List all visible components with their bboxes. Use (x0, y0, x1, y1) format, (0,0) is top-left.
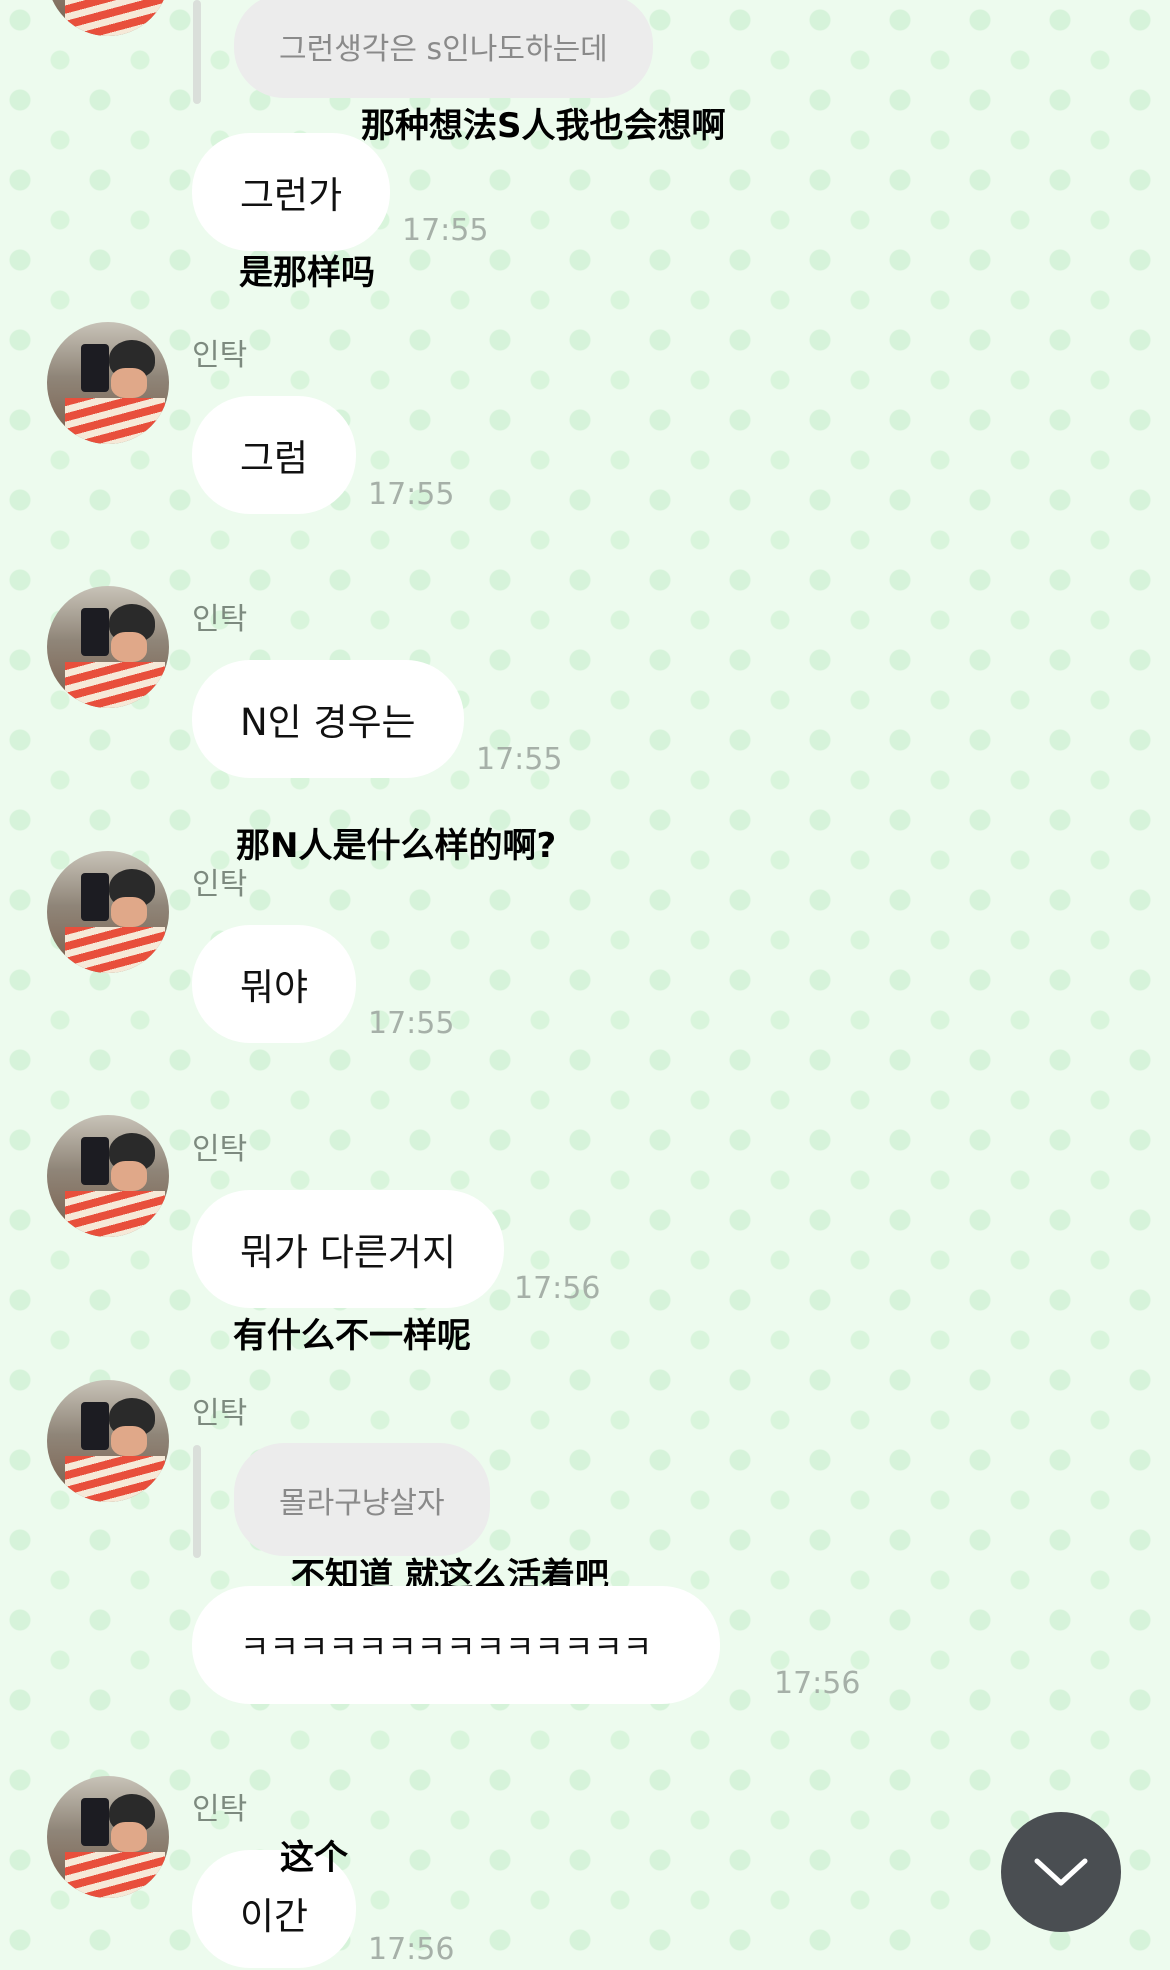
reply-preview[interactable]: 그런생각은 s인나도하는데 (234, 0, 653, 98)
message-bubble[interactable]: ㅋㅋㅋㅋㅋㅋㅋㅋㅋㅋㅋㅋㅋㅋ (192, 1586, 721, 1704)
message-bubble[interactable]: 그런가 (192, 133, 391, 251)
sender-name: 인탁 (192, 1396, 248, 1431)
sender-name: 인탁 (192, 1792, 248, 1827)
message-time: 17:55 (368, 1006, 455, 1041)
reply-preview-text: 몰라구냥살자 (279, 1485, 445, 1521)
message-text: 뭐가 다른거지 (240, 1231, 457, 1274)
message-time: 17:55 (476, 742, 563, 777)
translation-caption: 这个 (280, 1838, 348, 1878)
reply-preview[interactable]: 몰라구냥살자 (234, 1443, 490, 1556)
message-bubble[interactable]: N인 경우는 (192, 660, 464, 778)
translation-caption: 那种想法S人我也会想啊 (361, 106, 726, 146)
message-bubble[interactable]: 뭐가 다른거지 (192, 1190, 505, 1308)
message-bubble[interactable]: 뭐야 (192, 925, 357, 1043)
reply-indicator-bar (193, 0, 201, 104)
reply-indicator-bar (193, 1445, 201, 1558)
message-time: 17:56 (774, 1666, 861, 1701)
avatar[interactable] (47, 851, 169, 973)
avatar[interactable] (47, 1776, 169, 1898)
message-text: 이간 (240, 1895, 309, 1938)
message-text: 그런가 (240, 174, 343, 217)
reply-preview-text: 그런생각은 s인나도하는데 (279, 32, 608, 67)
sender-name: 인탁 (192, 338, 248, 373)
message-bubble[interactable]: 그럼 (192, 396, 357, 514)
message-time: 17:55 (368, 477, 455, 512)
scroll-to-bottom-button[interactable] (1001, 1812, 1121, 1932)
sender-name: 인탁 (192, 1132, 248, 1167)
message-time: 17:56 (514, 1271, 601, 1306)
sender-name: 인탁 (192, 867, 248, 902)
message-time: 17:55 (402, 213, 489, 248)
sender-name: 인탁 (192, 602, 248, 637)
message-time: 17:56 (368, 1932, 455, 1967)
message-text: ㅋㅋㅋㅋㅋㅋㅋㅋㅋㅋㅋㅋㅋㅋ (240, 1628, 653, 1666)
avatar[interactable] (47, 1380, 169, 1502)
translation-caption: 那N人是什么样的啊? (236, 826, 557, 866)
message-text: 뭐야 (240, 966, 309, 1009)
message-text: N인 경우는 (240, 701, 416, 744)
avatar[interactable] (47, 322, 169, 444)
chat-message-list[interactable]: 그런생각은 s인나도하는데 那种想法S人我也会想啊 그런가 17:55 是那样吗… (0, 0, 1170, 1970)
avatar[interactable] (47, 1115, 169, 1237)
message-text: 그럼 (240, 437, 309, 480)
avatar[interactable] (47, 586, 169, 708)
avatar[interactable] (47, 0, 169, 36)
translation-caption: 是那样吗 (239, 253, 375, 293)
chevron-down-icon (1034, 1858, 1088, 1886)
translation-caption: 有什么不一样呢 (233, 1316, 471, 1356)
